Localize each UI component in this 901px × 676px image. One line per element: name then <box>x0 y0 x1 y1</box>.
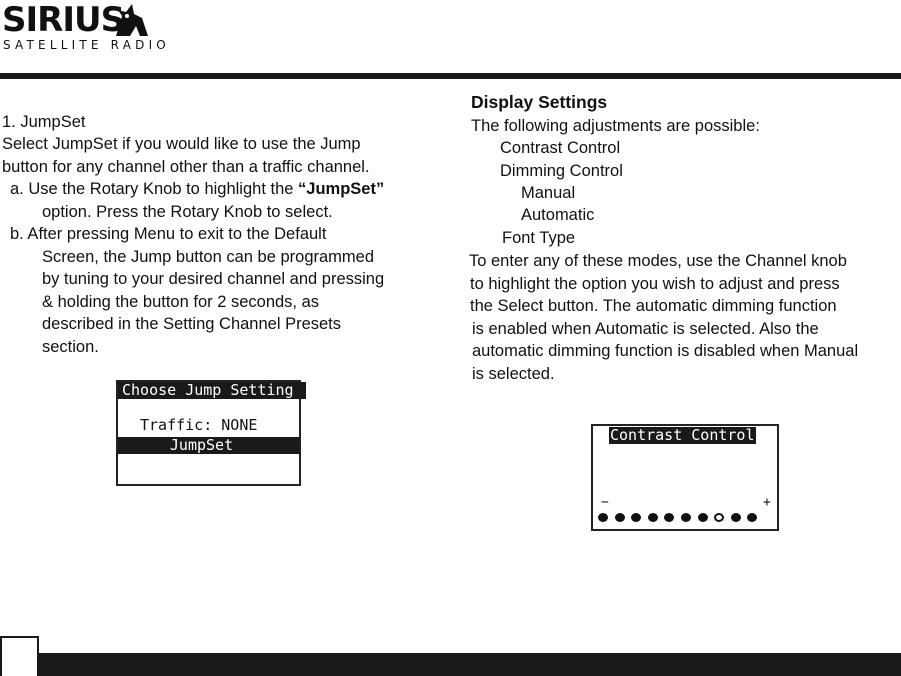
lcd-traffic-option: Traffic: NONE <box>140 416 258 434</box>
lcd-contrast-title: Contrast Control <box>609 426 756 444</box>
display-settings-heading: Display Settings <box>471 92 608 112</box>
body-line: by tuning to your desired channel and pr… <box>42 270 385 288</box>
header-rule <box>0 73 901 79</box>
footer-bar <box>38 653 901 676</box>
contrast-level-dot <box>697 513 708 522</box>
contrast-level-dot <box>681 513 691 522</box>
body-line: To enter any of these modes, use the Cha… <box>469 252 847 270</box>
body-line: automatic dimming function is disabled w… <box>472 342 859 360</box>
lcd-jumpset-selected: JumpSet <box>118 437 299 454</box>
section-title: 1. JumpSet <box>2 113 86 131</box>
contrast-level-dot <box>631 513 642 522</box>
step-b: b. After pressing Menu to exit to the De… <box>10 225 327 243</box>
plus-icon: + <box>763 495 771 510</box>
body-line: Screen, the Jump button can be programme… <box>42 248 375 266</box>
option-automatic: Automatic <box>521 206 595 224</box>
page-number-box <box>0 636 39 676</box>
contrast-level-dot <box>747 513 758 522</box>
contrast-level-dot <box>647 513 658 522</box>
option-manual: Manual <box>521 184 576 202</box>
contrast-level-dot <box>730 513 741 522</box>
body-line: is enabled when Automatic is selected. A… <box>472 320 819 338</box>
intro-line: The following adjustments are possible: <box>471 117 760 135</box>
contrast-level-dot <box>598 513 608 522</box>
lcd-title: Choose Jump Setting <box>118 382 306 399</box>
step-a-bold: “JumpSet” <box>298 180 385 198</box>
body-line: the Select button. The automatic dimming… <box>470 297 837 315</box>
contrast-level-current <box>714 513 725 522</box>
contrast-level-dot <box>614 513 625 522</box>
step-a: a. Use the Rotary Knob to highlight the … <box>10 179 384 199</box>
body-line: to highlight the option you wish to adju… <box>470 275 840 293</box>
manual-page: SIRIUS SATELLITE RADIO 1. JumpSet Select… <box>0 0 901 676</box>
body-line: & holding the button for 2 seconds, as <box>42 293 320 311</box>
option-contrast: Contrast Control <box>500 139 621 157</box>
logo-subtitle: SATELLITE RADIO <box>3 38 170 52</box>
jumpset-lcd-screen: Choose Jump Setting Traffic: NONE JumpSe… <box>116 380 306 486</box>
body-line: button for any channel other than a traf… <box>2 158 370 176</box>
minus-icon: − <box>601 495 609 510</box>
body-line: described in the Setting Channel Presets <box>42 315 342 333</box>
option-dimming: Dimming Control <box>500 162 623 180</box>
contrast-lcd-screen: Contrast Control − + <box>591 424 779 531</box>
step-a-cont: option. Press the Rotary Knob to select. <box>42 203 333 221</box>
contrast-level-dot <box>664 513 675 522</box>
option-font-type: Font Type <box>502 229 576 247</box>
step-a-text: a. Use the Rotary Knob to highlight the <box>10 180 299 198</box>
dog-logo-icon <box>116 4 148 36</box>
body-line: Select JumpSet if you would like to use … <box>2 135 361 153</box>
body-line: section. <box>42 338 99 356</box>
logo-wordmark: SIRIUS <box>2 0 125 40</box>
body-line: is selected. <box>472 365 555 383</box>
